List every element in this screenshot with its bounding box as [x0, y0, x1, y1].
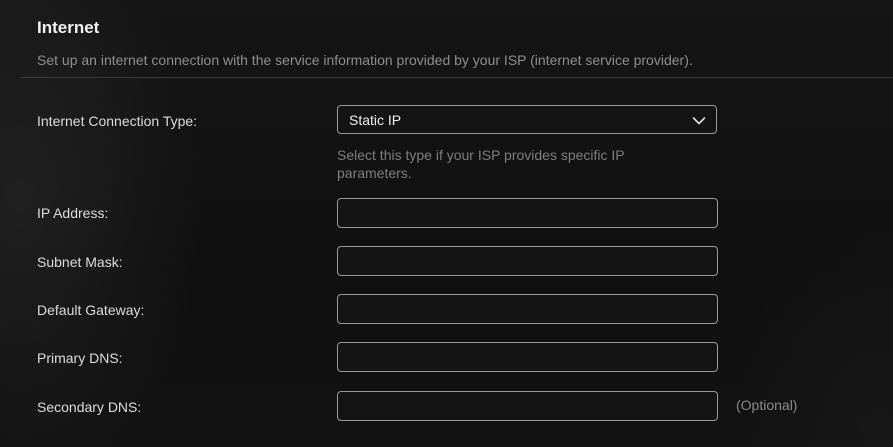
- chevron-down-icon: [692, 114, 706, 126]
- ip-address-input[interactable]: [337, 198, 718, 228]
- connection-type-selected-value: Static IP: [349, 112, 402, 128]
- primary-dns-input[interactable]: [337, 342, 718, 372]
- secondary-dns-input[interactable]: [337, 391, 718, 421]
- subnet-mask-label: Subnet Mask:: [37, 254, 123, 270]
- ip-address-label: IP Address:: [37, 205, 109, 221]
- connection-type-hint: Select this type if your ISP provides sp…: [337, 147, 625, 181]
- default-gateway-label: Default Gateway:: [37, 302, 145, 318]
- section-title: Internet: [37, 18, 100, 37]
- secondary-dns-label: Secondary DNS:: [37, 399, 142, 415]
- default-gateway-input[interactable]: [337, 294, 718, 324]
- connection-type-label: Internet Connection Type:: [37, 113, 198, 129]
- connection-type-select[interactable]: Static IP: [337, 105, 717, 134]
- section-divider: [21, 77, 893, 78]
- section-description: Set up an internet connection with the s…: [37, 52, 693, 68]
- secondary-dns-optional-note: (Optional): [736, 397, 798, 413]
- subnet-mask-input[interactable]: [337, 246, 718, 276]
- internet-settings-panel: Internet Set up an internet connection w…: [0, 0, 893, 447]
- primary-dns-label: Primary DNS:: [37, 350, 123, 366]
